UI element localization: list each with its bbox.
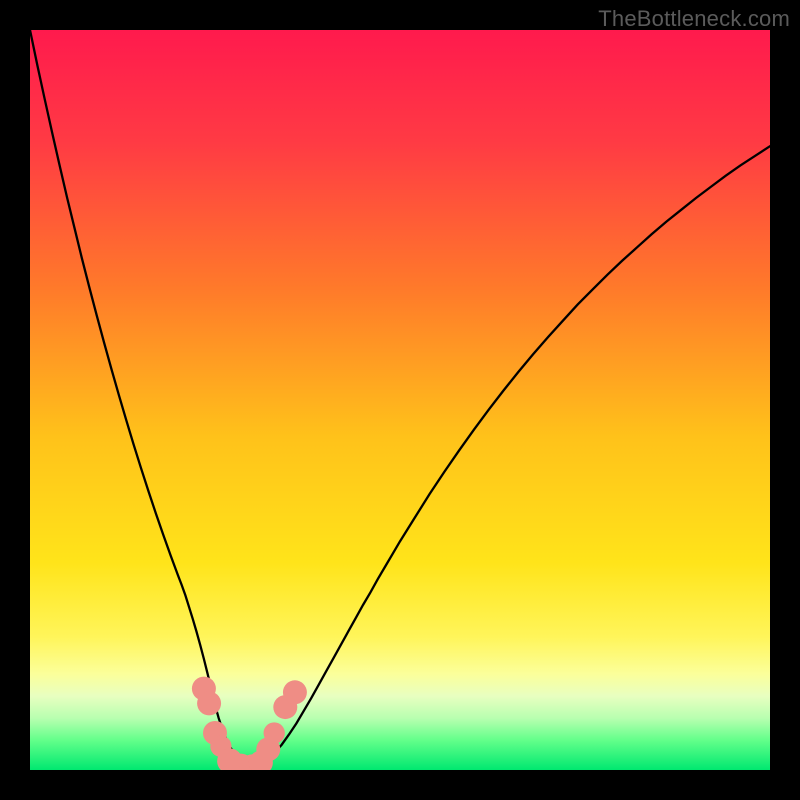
data-marker <box>197 691 221 715</box>
chart-plot <box>30 30 770 770</box>
watermark-text: TheBottleneck.com <box>598 6 790 32</box>
data-marker <box>283 680 307 704</box>
data-marker <box>264 722 285 743</box>
gradient-background <box>30 30 770 770</box>
chart-frame: TheBottleneck.com <box>0 0 800 800</box>
